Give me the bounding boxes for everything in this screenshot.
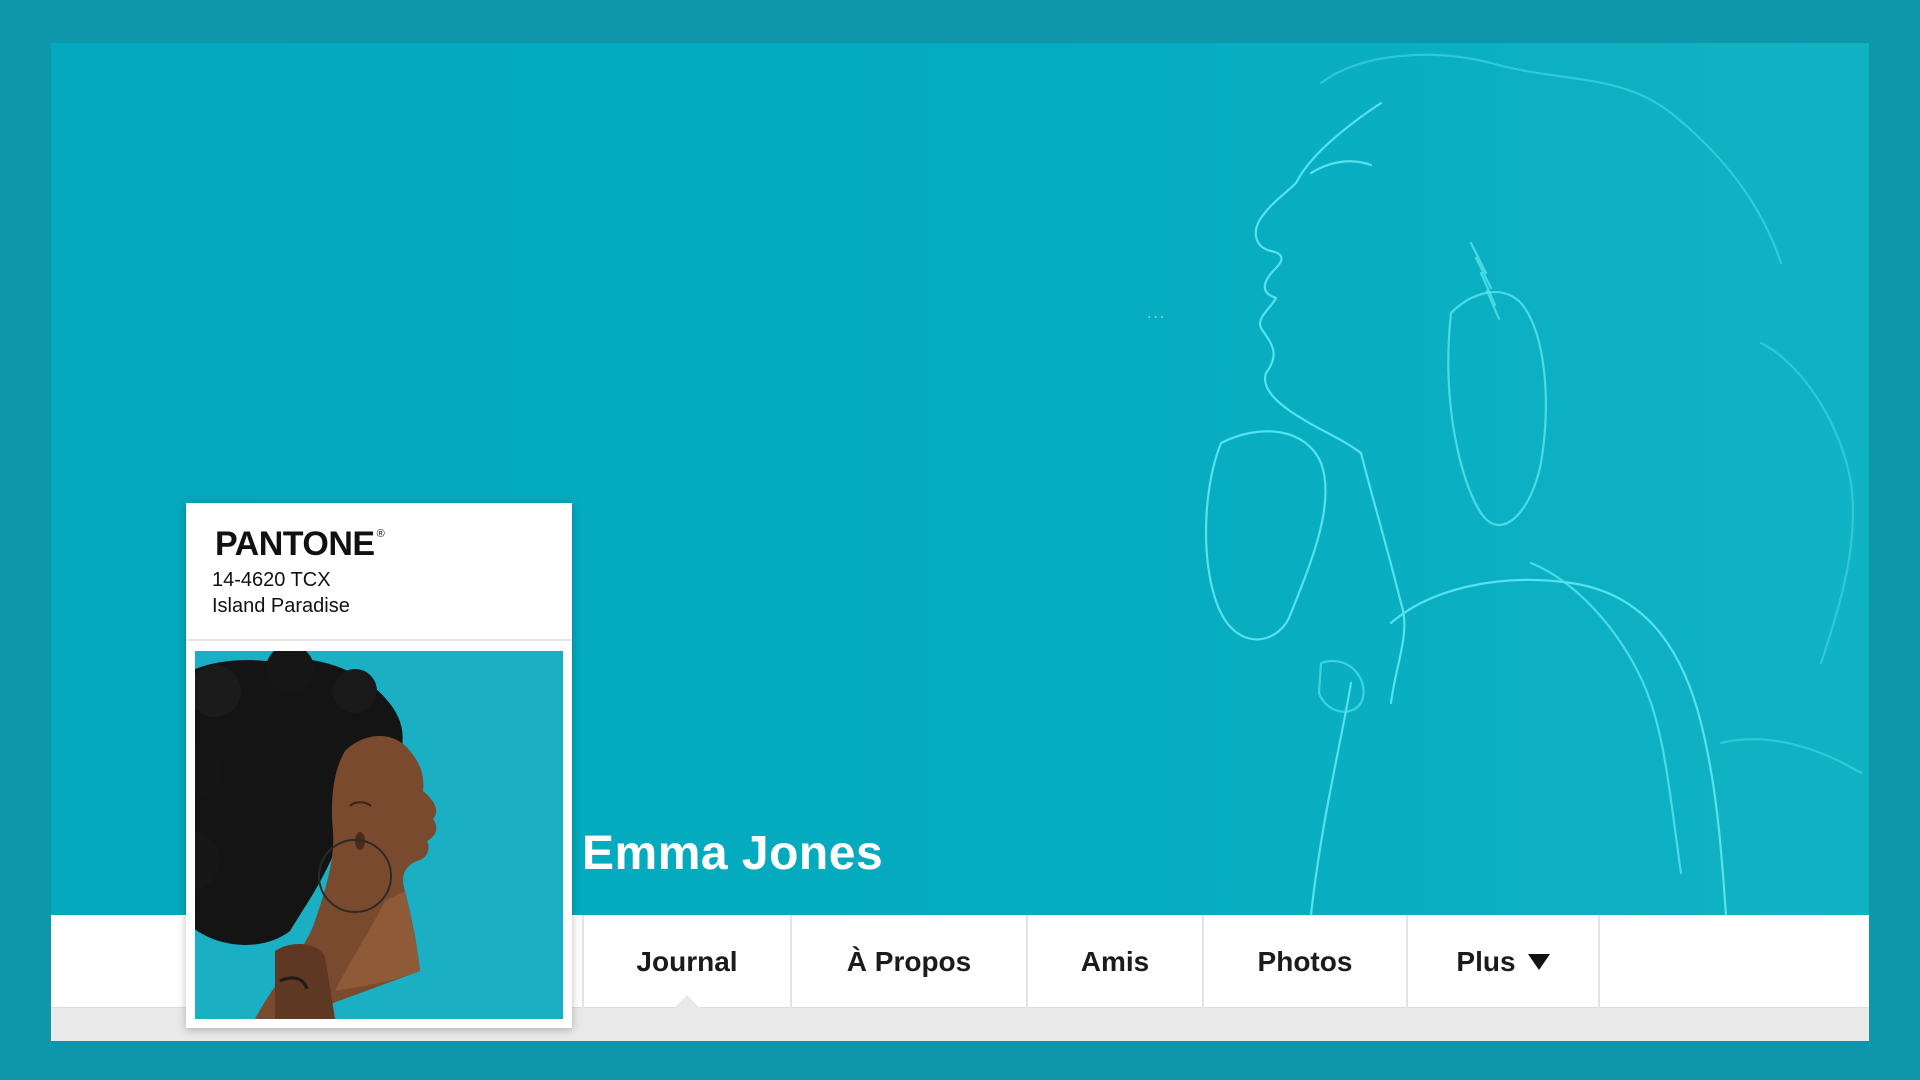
cover-dots: ... [1147,305,1167,322]
portrait-illustration [195,651,563,1019]
pantone-brand-text: PANTONE [215,525,375,563]
tab-label: Plus [1456,945,1516,977]
tab-label: Journal [636,945,738,977]
tab-journal[interactable]: Journal [584,915,792,1009]
profile-frame: ... Emma Jones Journal À Propos Amis Pho… [51,43,1869,1041]
tab-label: À Propos [846,945,972,977]
pantone-code: 14-4620 TCX [212,569,331,591]
tab-plus[interactable]: Plus [1408,915,1600,1008]
caret-down-icon [1527,953,1550,970]
profile-name[interactable]: Emma Jones [582,826,883,881]
pantone-brand: PANTONE ® [215,525,385,564]
profile-picture-pantone-card[interactable]: PANTONE ® 14-4620 TCX Island Paradise [186,503,572,1028]
pantone-label: PANTONE ® 14-4620 TCX Island Paradise [186,503,572,641]
cover-line-art-portrait [1204,53,1863,915]
tab-photos[interactable]: Photos [1204,915,1408,1008]
profile-tabs: Journal À Propos Amis Photos Plus [582,915,1600,1009]
tab-label: Photos [1257,945,1353,977]
pantone-color-name: Island Paradise [212,595,350,617]
registered-mark: ® [376,528,385,540]
tab-a-propos[interactable]: À Propos [792,915,1028,1008]
tab-amis[interactable]: Amis [1028,915,1204,1008]
profile-photo [195,651,563,1019]
tab-label: Amis [1080,945,1150,977]
